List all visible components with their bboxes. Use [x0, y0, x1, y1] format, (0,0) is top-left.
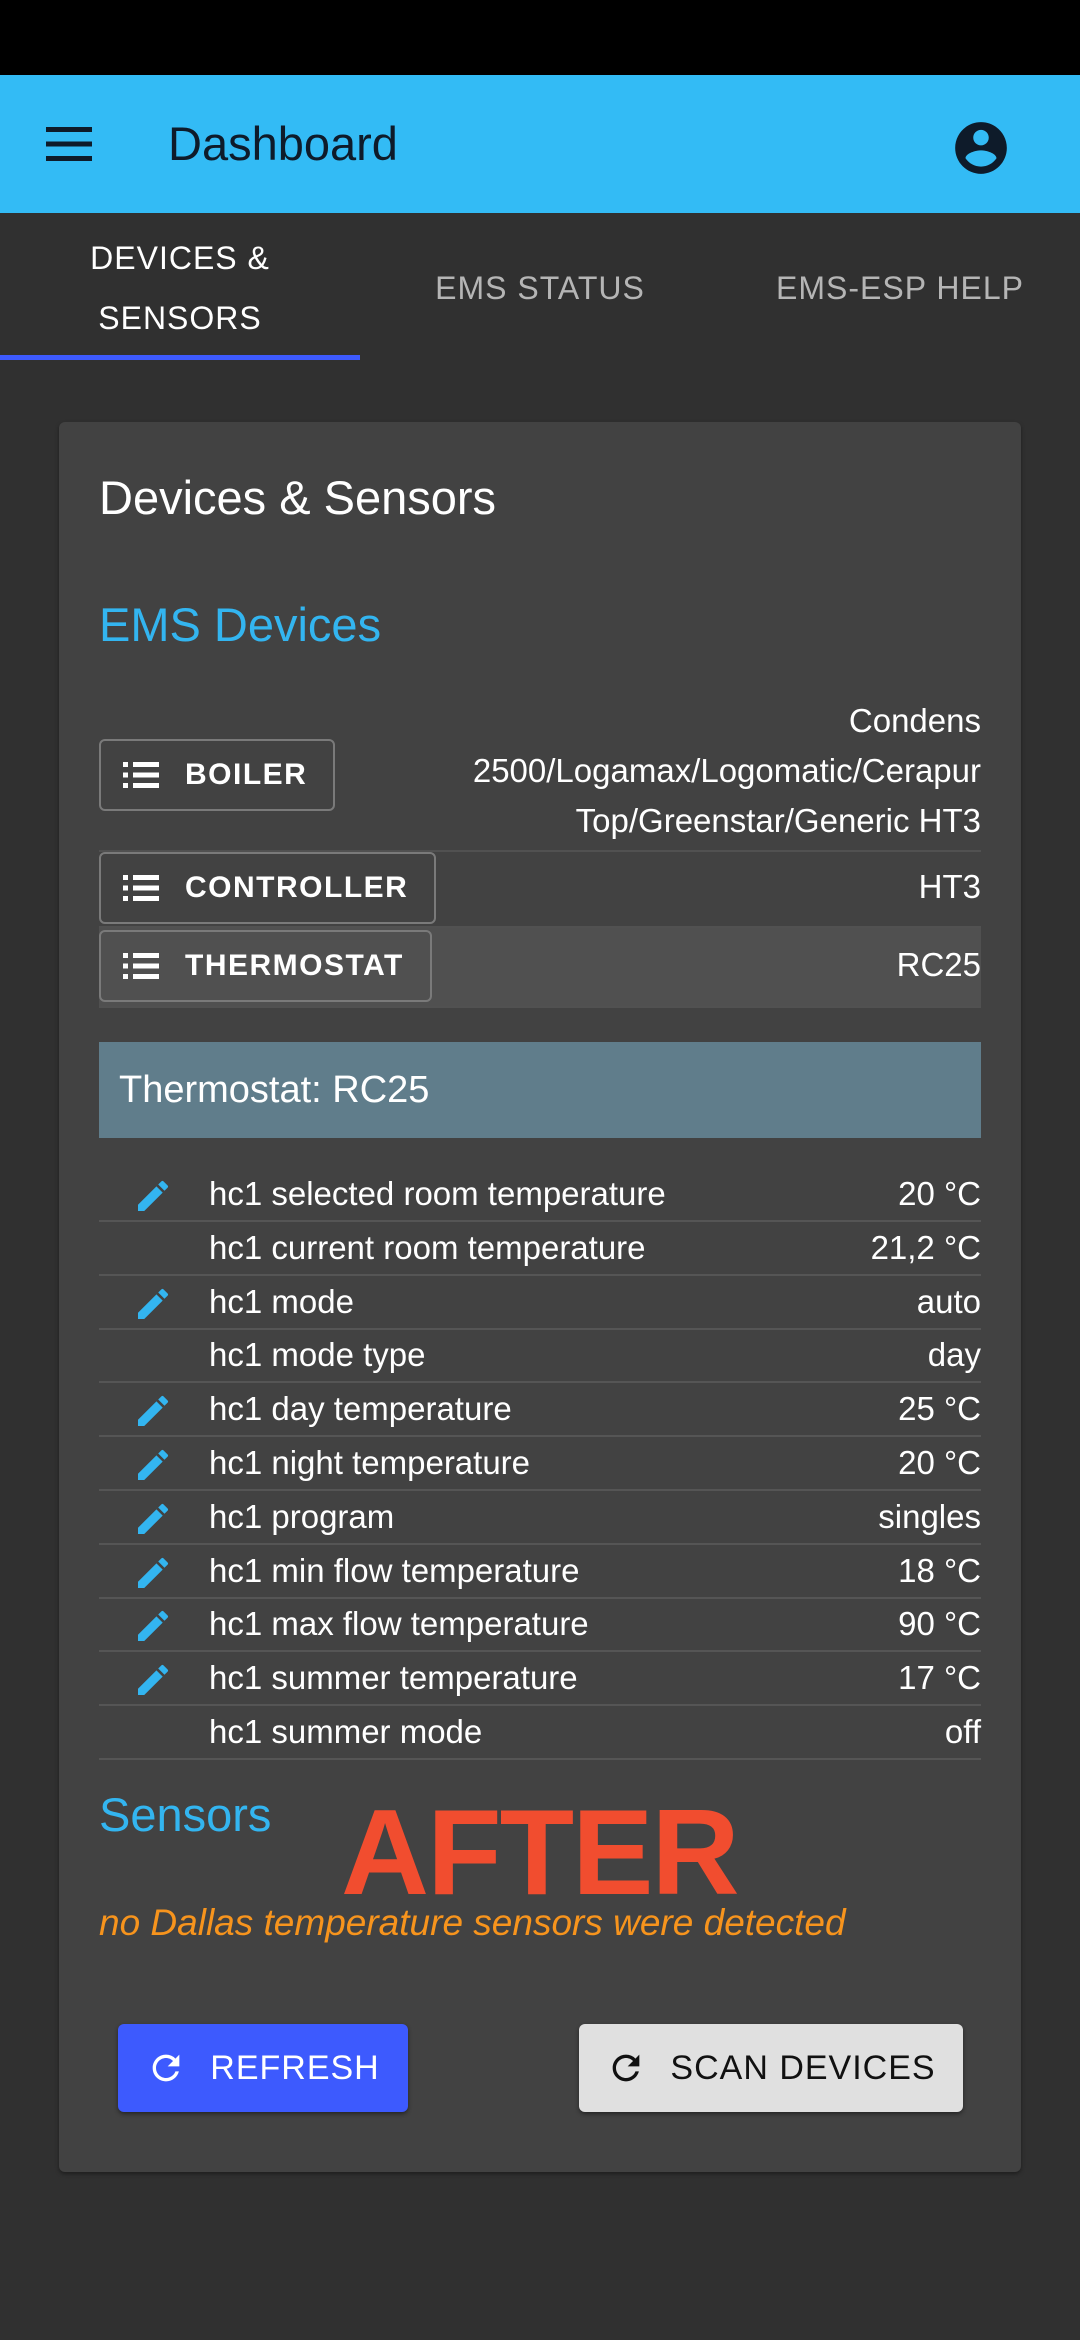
device-row-controller: CONTROLLER HT3: [99, 850, 981, 928]
parameter-name: hc1 min flow temperature: [209, 1551, 580, 1589]
tab-label: EMS-ESP HELP: [776, 270, 1024, 306]
parameter-value: 21,2 °C: [870, 1228, 981, 1266]
refresh-icon: [152, 2054, 180, 2082]
tab-bar: DEVICES & SENSORS EMS STATUS EMS-ESP HEL…: [0, 213, 1080, 363]
boiler-button[interactable]: BOILER: [99, 739, 336, 811]
after-overlay-label: AFTER: [341, 1784, 740, 1920]
edit-pencil-icon[interactable]: [133, 1391, 173, 1431]
edit-pencil-icon[interactable]: [133, 1284, 173, 1324]
tab-ems-status[interactable]: EMS STATUS: [360, 213, 720, 363]
tab-ems-esp-help[interactable]: EMS-ESP HELP: [720, 213, 1080, 363]
menu-icon[interactable]: [44, 119, 94, 169]
controller-button[interactable]: CONTROLLER: [99, 852, 437, 924]
device-button-label: BOILER: [185, 758, 308, 791]
parameter-name: hc1 day temperature: [209, 1390, 512, 1428]
device-name-line: Top/Greenstar/Generic HT3: [575, 802, 981, 839]
list-icon: [123, 953, 159, 979]
status-bar: [0, 0, 1080, 75]
page-title: Dashboard: [168, 117, 398, 170]
no-sensors-message: no Dallas temperature sensors were detec…: [99, 1902, 846, 1943]
parameter-row[interactable]: hc1 program singles: [99, 1491, 981, 1545]
parameter-name: hc1 selected room temperature: [209, 1175, 666, 1212]
account-circle-icon[interactable]: [950, 117, 1012, 179]
parameter-name: hc1 max flow temperature: [209, 1605, 589, 1643]
parameter-row[interactable]: hc1 day temperature 25 °C: [99, 1383, 981, 1438]
parameter-value: 17 °C: [898, 1659, 981, 1697]
edit-pencil-icon[interactable]: [133, 1176, 173, 1216]
devices-sensors-card: Devices & Sensors EMS Devices BOILER Con…: [59, 422, 1021, 2172]
refresh-label: REFRESH: [210, 2048, 380, 2087]
device-name: Condens 2500/Logamax/Logomatic/Cerapur T…: [473, 696, 981, 846]
parameter-row[interactable]: hc1 mode auto: [99, 1276, 981, 1330]
list-icon: [123, 762, 159, 788]
parameter-name: hc1 night temperature: [209, 1444, 531, 1481]
parameter-row: hc1 current room temperature 21,2 °C: [99, 1222, 981, 1276]
parameter-row[interactable]: hc1 summer temperature 17 °C: [99, 1652, 981, 1707]
parameter-row[interactable]: hc1 min flow temperature 18 °C: [99, 1545, 981, 1599]
device-name-line: Condens: [848, 702, 981, 739]
parameter-name: hc1 mode: [209, 1282, 354, 1320]
parameter-value: auto: [916, 1282, 981, 1320]
thermostat-button[interactable]: THERMOSTAT: [99, 930, 432, 1002]
app-bar: Dashboard: [0, 75, 1080, 213]
card-title: Devices & Sensors: [99, 471, 497, 524]
device-name-line: 2500/Logamax/Logomatic/Cerapur: [472, 752, 981, 789]
parameter-value: 20 °C: [898, 1175, 981, 1212]
scan-devices-label: SCAN DEVICES: [670, 2048, 936, 2087]
ems-devices-title: EMS Devices: [99, 598, 382, 651]
parameter-name: hc1 mode type: [209, 1336, 426, 1374]
scan-devices-button[interactable]: SCAN DEVICES: [579, 2024, 963, 2112]
device-row-boiler: BOILER Condens 2500/Logamax/Logomatic/Ce…: [99, 702, 981, 852]
tab-label: EMS STATUS: [435, 270, 645, 306]
edit-pencil-icon[interactable]: [133, 1445, 173, 1485]
device-name: HT3: [918, 868, 981, 905]
tab-label: SENSORS: [98, 300, 262, 336]
parameter-row[interactable]: hc1 night temperature 20 °C: [99, 1437, 981, 1491]
parameter-row[interactable]: hc1 max flow temperature 90 °C: [99, 1598, 981, 1653]
parameter-value: off: [944, 1713, 981, 1750]
device-row-thermostat: THERMOSTAT RC25: [99, 928, 981, 1008]
parameter-value: 90 °C: [898, 1605, 981, 1643]
edit-pencil-icon[interactable]: [133, 1553, 173, 1593]
tab-indicator: [0, 355, 360, 360]
refresh-icon: [613, 2054, 640, 2082]
parameter-name: hc1 summer temperature: [209, 1659, 578, 1697]
edit-pencil-icon[interactable]: [133, 1606, 173, 1646]
device-button-label: THERMOSTAT: [185, 949, 404, 982]
parameter-value: 25 °C: [898, 1390, 981, 1428]
edit-pencil-icon[interactable]: [133, 1660, 173, 1700]
parameter-name: hc1 summer mode: [209, 1713, 483, 1750]
device-button-label: CONTROLLER: [185, 871, 409, 904]
parameter-row: hc1 summer mode off: [99, 1706, 981, 1760]
tab-label: DEVICES &: [90, 240, 270, 276]
parameter-value: day: [927, 1336, 981, 1374]
sensors-title: Sensors: [99, 1788, 272, 1841]
edit-pencil-icon[interactable]: [133, 1499, 173, 1539]
device-name: RC25: [896, 946, 981, 983]
thermostat-header: Thermostat: RC25: [99, 1042, 981, 1138]
tab-devices-sensors[interactable]: DEVICES & SENSORS: [0, 213, 360, 363]
list-icon: [123, 875, 159, 901]
parameter-row[interactable]: hc1 selected room temperature 20 °C: [99, 1168, 981, 1222]
parameter-value: singles: [878, 1497, 981, 1535]
parameter-name: hc1 current room temperature: [209, 1228, 646, 1266]
parameter-name: hc1 program: [209, 1497, 395, 1535]
parameter-value: 18 °C: [898, 1551, 981, 1589]
refresh-button[interactable]: REFRESH: [118, 2024, 408, 2112]
parameter-row: hc1 mode type day: [99, 1329, 981, 1384]
parameter-value: 20 °C: [898, 1444, 981, 1481]
